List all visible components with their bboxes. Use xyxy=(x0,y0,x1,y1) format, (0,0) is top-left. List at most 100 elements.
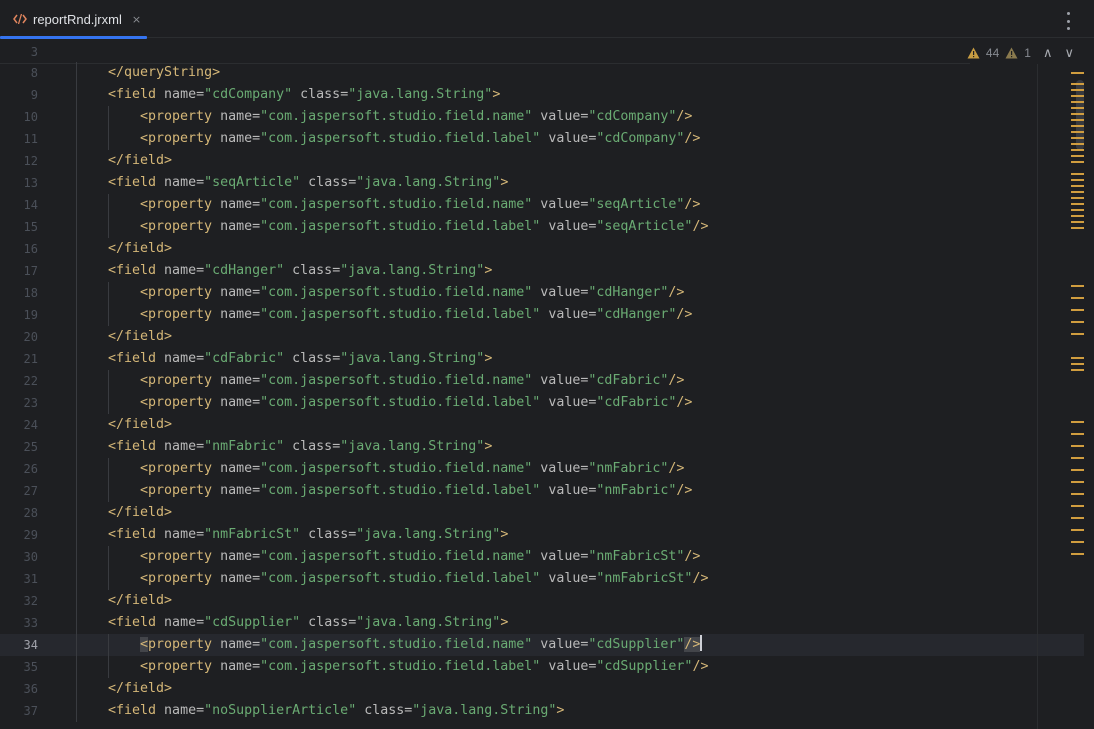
code-token: value= xyxy=(532,637,589,652)
warning-marker[interactable] xyxy=(1071,333,1084,335)
code-line[interactable]: 12 </field> xyxy=(0,150,1084,172)
code-line[interactable]: 10 <property name="com.jaspersoft.studio.… xyxy=(0,106,1084,128)
code-line[interactable]: 24 </field> xyxy=(0,414,1084,436)
warning-marker[interactable] xyxy=(1071,113,1084,115)
code-token: > xyxy=(500,527,509,542)
code-line[interactable]: 32 </field> xyxy=(0,590,1084,612)
code-text: </field> xyxy=(108,502,172,524)
code-line[interactable]: 36 </field> xyxy=(0,678,1084,700)
code-editor[interactable]: 8 </queryString> 9 <field name="cdCompany" … xyxy=(0,40,1094,729)
code-token: /> xyxy=(684,549,701,564)
warning-marker[interactable] xyxy=(1071,137,1084,139)
code-token: value= xyxy=(532,373,589,388)
editor-tab-bar: reportRnd.jrxml × xyxy=(0,0,1094,39)
code-text: <property name="com.jaspersoft.studio.fi… xyxy=(140,194,700,216)
code-text: <field name="seqArticle" class="java.lan… xyxy=(108,172,508,194)
code-line[interactable]: 25 <field name="nmFabric" class="java.lan… xyxy=(0,436,1084,458)
warning-marker[interactable] xyxy=(1071,155,1084,157)
warning-marker[interactable] xyxy=(1071,101,1084,103)
code-token: <property xyxy=(140,307,213,322)
warning-marker[interactable] xyxy=(1071,221,1084,223)
code-line[interactable]: 8 </queryString> xyxy=(0,62,1084,84)
warning-marker[interactable] xyxy=(1071,161,1084,163)
indent-guide xyxy=(108,106,109,128)
code-line[interactable]: 17 <field name="cdHanger" class="java.lan… xyxy=(0,260,1084,282)
code-line[interactable]: 15 <property name="com.jaspersoft.studio.… xyxy=(0,216,1084,238)
code-line[interactable]: 35 <property name="com.jaspersoft.studio.… xyxy=(0,656,1084,678)
code-line[interactable]: 11 <property name="com.jaspersoft.studio.… xyxy=(0,128,1084,150)
warning-marker[interactable] xyxy=(1071,445,1084,447)
code-line[interactable]: 14 <property name="com.jaspersoft.studio.… xyxy=(0,194,1084,216)
warning-marker[interactable] xyxy=(1071,369,1084,371)
warning-marker[interactable] xyxy=(1071,227,1084,229)
warning-marker[interactable] xyxy=(1071,209,1084,211)
indent-guide xyxy=(108,568,109,590)
warning-marker[interactable] xyxy=(1071,197,1084,199)
warning-marker[interactable] xyxy=(1071,89,1084,91)
code-line[interactable]: 21 <field name="cdFabric" class="java.lan… xyxy=(0,348,1084,370)
code-line[interactable]: 23 <property name="com.jaspersoft.studio.… xyxy=(0,392,1084,414)
warning-marker[interactable] xyxy=(1071,83,1084,85)
code-line[interactable]: 33 <field name="cdSupplier" class="java.l… xyxy=(0,612,1084,634)
code-line[interactable]: 9 <field name="cdCompany" class="java.lan… xyxy=(0,84,1084,106)
warning-marker[interactable] xyxy=(1071,179,1084,181)
warning-marker[interactable] xyxy=(1071,493,1084,495)
warning-marker[interactable] xyxy=(1071,363,1084,365)
code-line[interactable]: 19 <property name="com.jaspersoft.studio.… xyxy=(0,304,1084,326)
code-line[interactable]: 28 </field> xyxy=(0,502,1084,524)
line-number: 17 xyxy=(23,264,38,278)
warning-marker[interactable] xyxy=(1071,119,1084,121)
warning-marker[interactable] xyxy=(1071,215,1084,217)
indent-guide xyxy=(76,502,77,524)
warning-marker[interactable] xyxy=(1071,517,1084,519)
warning-marker[interactable] xyxy=(1071,421,1084,423)
warning-marker[interactable] xyxy=(1071,505,1084,507)
code-text: <field name="nmFabricSt" class="java.lan… xyxy=(108,524,508,546)
code-line[interactable]: 27 <property name="com.jaspersoft.studio.… xyxy=(0,480,1084,502)
warning-marker[interactable] xyxy=(1071,149,1084,151)
code-line[interactable]: 20 </field> xyxy=(0,326,1084,348)
close-icon[interactable]: × xyxy=(132,13,141,26)
code-line[interactable]: 30 <property name="com.jaspersoft.studio.… xyxy=(0,546,1084,568)
warning-marker[interactable] xyxy=(1071,553,1084,555)
code-token: </field> xyxy=(108,681,173,696)
code-token: </field> xyxy=(108,505,173,520)
warning-marker[interactable] xyxy=(1071,191,1084,193)
code-line[interactable]: 29 <field name="nmFabricSt" class="java.l… xyxy=(0,524,1084,546)
code-line[interactable]: 18 <property name="com.jaspersoft.studio.… xyxy=(0,282,1084,304)
warning-marker[interactable] xyxy=(1071,72,1084,74)
warning-marker[interactable] xyxy=(1071,203,1084,205)
warning-marker[interactable] xyxy=(1071,321,1084,323)
warning-marker[interactable] xyxy=(1071,457,1084,459)
warning-marker[interactable] xyxy=(1071,107,1084,109)
code-line[interactable]: 34 <property name="com.jaspersoft.studio.… xyxy=(0,634,1084,656)
code-line[interactable]: 37 <field name="noSupplierArticle" class=… xyxy=(0,700,1084,722)
warning-marker[interactable] xyxy=(1071,481,1084,483)
warning-marker[interactable] xyxy=(1071,125,1084,127)
warning-marker[interactable] xyxy=(1071,131,1084,133)
code-line[interactable]: 31 <property name="com.jaspersoft.studio.… xyxy=(0,568,1084,590)
tab-reportRnd-jrxml[interactable]: reportRnd.jrxml × xyxy=(0,0,147,39)
code-line[interactable]: 16 </field> xyxy=(0,238,1084,260)
line-number: 20 xyxy=(23,330,38,344)
indent-guide xyxy=(108,194,109,216)
code-line[interactable]: 26 <property name="com.jaspersoft.studio.… xyxy=(0,458,1084,480)
code-line[interactable]: 22 <property name="com.jaspersoft.studio.… xyxy=(0,370,1084,392)
more-options-icon[interactable] xyxy=(1060,10,1076,32)
warning-marker[interactable] xyxy=(1071,297,1084,299)
warning-marker[interactable] xyxy=(1071,285,1084,287)
code-line[interactable]: 13 <field name="seqArticle" class="java.l… xyxy=(0,172,1084,194)
warning-marker[interactable] xyxy=(1071,357,1084,359)
indent-guide xyxy=(76,216,77,238)
warning-marker[interactable] xyxy=(1071,173,1084,175)
warning-marker[interactable] xyxy=(1071,541,1084,543)
line-number: 29 xyxy=(23,528,38,542)
warning-marker[interactable] xyxy=(1071,309,1084,311)
warning-marker[interactable] xyxy=(1071,95,1084,97)
warning-marker[interactable] xyxy=(1071,143,1084,145)
code-token: <field xyxy=(108,527,157,542)
warning-marker[interactable] xyxy=(1071,529,1084,531)
warning-marker[interactable] xyxy=(1071,433,1084,435)
warning-marker[interactable] xyxy=(1071,185,1084,187)
warning-marker[interactable] xyxy=(1071,469,1084,471)
